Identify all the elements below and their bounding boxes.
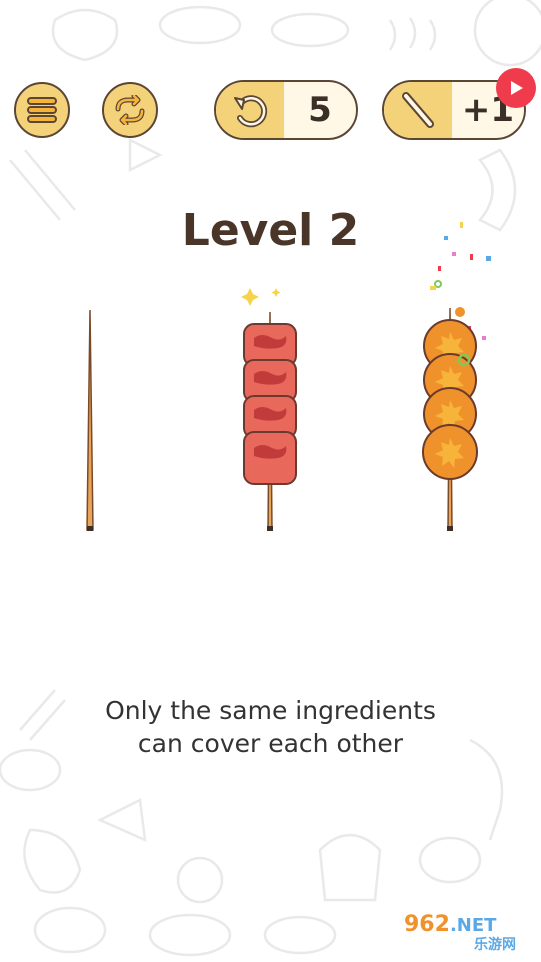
watermark-sub: 乐游网 [474, 937, 516, 953]
orange-piece [422, 424, 478, 480]
hint-line-1: Only the same ingredients [105, 696, 436, 725]
undo-button[interactable]: 5 [214, 80, 358, 140]
play-video-badge[interactable] [496, 68, 536, 108]
restart-button[interactable] [102, 82, 158, 138]
watermark-logo: 962.NET 乐游网 [402, 910, 532, 954]
restart-icon [115, 95, 145, 125]
play-video-icon [511, 81, 523, 95]
skewer-orange[interactable] [416, 208, 496, 534]
skewer-meat[interactable] [236, 282, 306, 534]
watermark-number: 962 [404, 912, 450, 937]
watermark-suffix: .NET [449, 915, 497, 936]
menu-button[interactable] [14, 82, 70, 138]
sparkle-icon [241, 288, 281, 306]
undo-arrow-icon [234, 95, 268, 128]
hint-text: Only the same ingredients can cover each… [0, 694, 541, 760]
undo-count: 5 [308, 90, 332, 130]
skewer-stick-icon [402, 92, 434, 128]
skewer-empty[interactable] [80, 308, 100, 534]
menu-icon [27, 97, 57, 123]
hint-line-2: can cover each other [137, 729, 404, 758]
meat-piece [243, 431, 297, 485]
